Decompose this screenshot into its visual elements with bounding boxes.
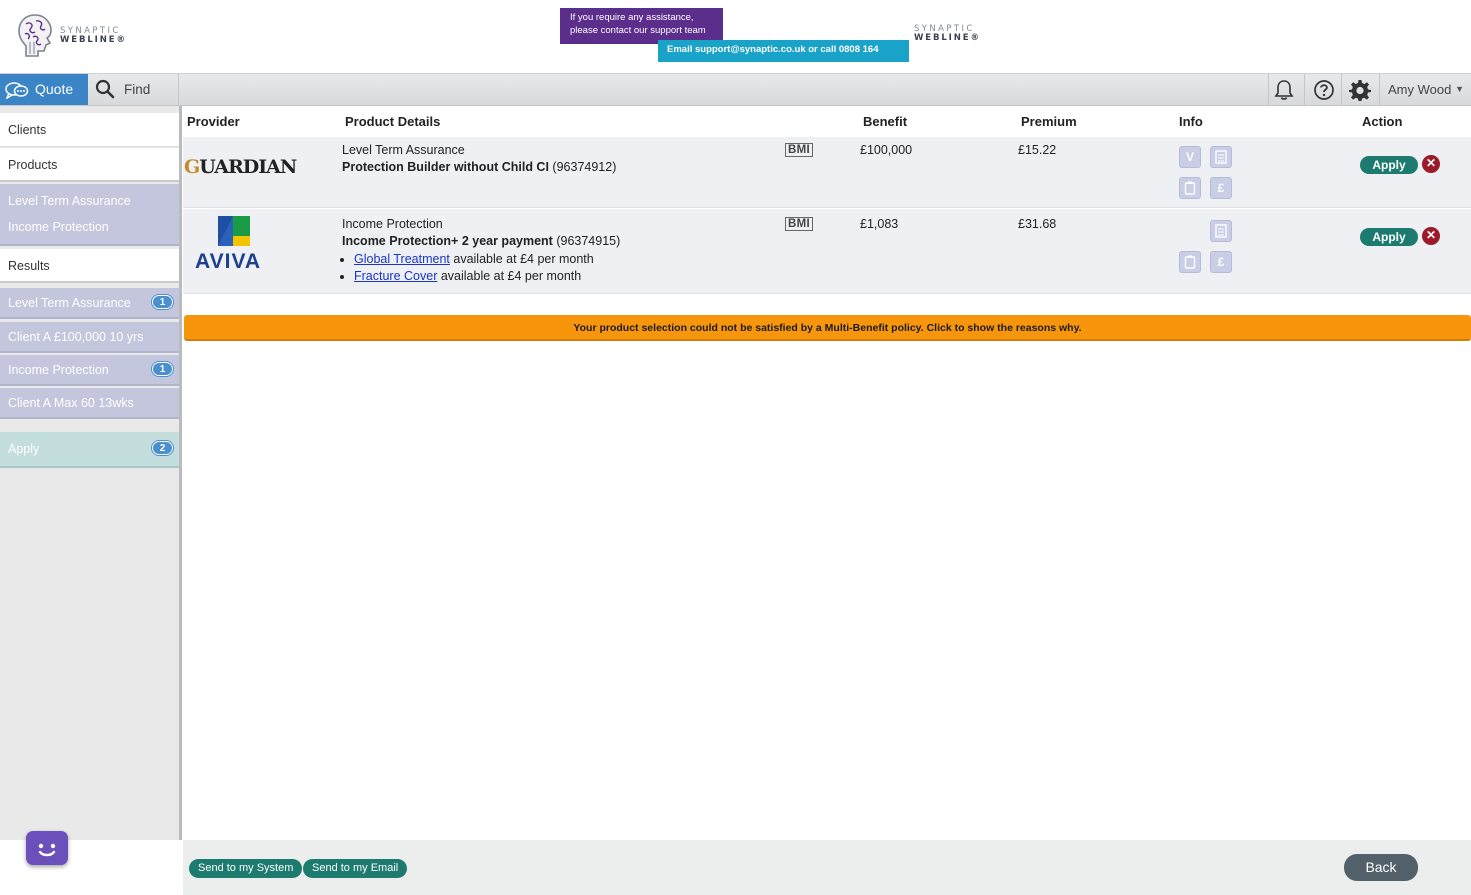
benefit-value: £1,083 [860, 217, 899, 231]
product-type: Income Protection [342, 217, 443, 231]
verification-info-button[interactable]: V [1179, 146, 1201, 168]
footer-bar: Send to my System Send to my Email Back [183, 840, 1471, 895]
list-item: Global Treatment available at £4 per mon… [354, 251, 594, 268]
product-code: (96374915) [556, 234, 621, 248]
remove-icon[interactable]: ✕ [1422, 227, 1440, 245]
count-badge: 1 [152, 295, 173, 309]
extra-description: available at £4 per month [437, 269, 582, 283]
sidebar-item-label: Results [8, 259, 50, 273]
send-to-system-button[interactable]: Send to my System [189, 859, 303, 878]
sidebar-item-label: Products [8, 158, 58, 172]
product-code: (96374912) [552, 160, 617, 174]
find-tab-label: Find [124, 82, 151, 97]
brand-line-2: WEBLINE® [60, 35, 127, 45]
send-to-email-button[interactable]: Send to my Email [303, 859, 408, 878]
guardian-logo-rest: UARDIAN [199, 156, 297, 178]
product-name: Protection Builder without Child CI (963… [342, 160, 616, 174]
sidebar-result-client-a-ltа[interactable]: Client A £100,000 10 yrs [0, 322, 179, 353]
sidebar-item-label: Client A £100,000 10 yrs [8, 330, 144, 344]
sidebar-item-label: Income Protection [8, 363, 109, 377]
aviva-logo-text: AVIVA [195, 250, 262, 273]
sidebar-item-label: Client A Max 60 13wks [8, 396, 134, 410]
global-treatment-link[interactable]: Global Treatment [354, 252, 450, 266]
assistance-banner: If you require any assistance, please co… [560, 8, 723, 44]
search-icon [95, 79, 115, 99]
sidebar-result-income-protection[interactable]: Income Protection 1 [0, 355, 179, 386]
sidebar: Clients Products Level Term Assurance In… [0, 106, 182, 840]
extra-description: available at £4 per month [449, 252, 594, 266]
document-icon[interactable] [1210, 146, 1232, 168]
main-toolbar: Quote Find Amy Wood ▼ [0, 73, 1471, 106]
benefit-value: £100,000 [860, 143, 913, 157]
apply-button[interactable]: Apply [1360, 156, 1418, 174]
column-header-info: Info [1179, 114, 1203, 129]
brand-line-2: WEBLINE® [914, 33, 981, 43]
optional-extras-list: Global Treatment available at £4 per mon… [342, 251, 594, 285]
app-header: SYNAPTIC WEBLINE® If you require any ass… [0, 0, 1471, 75]
apply-button[interactable]: Apply [1360, 228, 1418, 246]
chat-widget-button[interactable] [26, 831, 68, 865]
bmi-badge[interactable]: BMI [785, 217, 813, 231]
sidebar-product-group: Level Term Assurance Income Protection [0, 184, 179, 246]
clipboard-icon[interactable] [1179, 251, 1201, 273]
bell-icon[interactable] [1273, 79, 1295, 101]
help-icon[interactable] [1313, 79, 1335, 101]
sidebar-item-label: Level Term Assurance [8, 296, 131, 310]
remove-icon[interactable]: ✕ [1422, 155, 1440, 173]
column-header-provider: Provider [187, 114, 240, 129]
product-name: Income Protection+ 2 year payment (96374… [342, 234, 620, 248]
sidebar-item-label: Clients [8, 123, 47, 137]
product-name-text: Protection Builder without Child CI [342, 160, 549, 174]
user-name: Amy Wood [1388, 82, 1452, 97]
product-type: Level Term Assurance [342, 143, 465, 157]
brand-wordmark-secondary: SYNAPTIC WEBLINE® [914, 25, 981, 43]
list-item: Fracture Cover available at £4 per month [354, 268, 594, 285]
bmi-badge[interactable]: BMI [785, 143, 813, 157]
sidebar-item-clients[interactable]: Clients [0, 113, 179, 147]
column-header-action: Action [1362, 114, 1403, 129]
smiley-icon [38, 843, 56, 857]
quote-tab[interactable]: Quote [0, 74, 88, 105]
quote-tab-label: Quote [35, 81, 74, 97]
sidebar-result-client-a-ip[interactable]: Client A Max 60 13wks [0, 388, 179, 419]
clipboard-icon[interactable] [1179, 177, 1201, 199]
support-contact-banner[interactable]: Email support@synaptic.co.uk or call 080… [658, 40, 909, 75]
brand-wordmark: SYNAPTIC WEBLINE® [60, 27, 127, 45]
sidebar-item-label: Apply [8, 442, 40, 456]
sidebar-result-level-term[interactable]: Level Term Assurance 1 [0, 288, 179, 319]
chat-bubbles-icon [5, 82, 29, 99]
guardian-logo: GUARDIAN [184, 156, 297, 178]
product-name-text: Income Protection+ 2 year payment [342, 234, 553, 248]
brain-logo-icon [18, 14, 52, 57]
sidebar-product-level-term[interactable]: Level Term Assurance [8, 193, 131, 209]
fracture-cover-link[interactable]: Fracture Cover [354, 269, 437, 283]
aviva-logo-mark [218, 216, 250, 246]
toolbar-divider [1304, 74, 1305, 105]
column-header-benefit: Benefit [863, 114, 908, 129]
guardian-logo-g: G [184, 156, 200, 178]
table-row: GUARDIAN Level Term Assurance Protection… [183, 137, 1471, 208]
document-icon[interactable] [1210, 220, 1232, 242]
table-row: AVIVA Income Protection Income Protectio… [183, 209, 1471, 294]
toolbar-divider [1341, 74, 1342, 105]
count-badge: 1 [152, 362, 173, 376]
premium-value: £31.68 [1018, 217, 1057, 231]
chevron-down-icon: ▼ [1455, 84, 1464, 94]
find-tab[interactable]: Find [88, 74, 179, 105]
premium-value: £15.22 [1018, 143, 1057, 157]
user-menu[interactable]: Amy Wood ▼ [1379, 74, 1471, 105]
toolbar-divider [1268, 74, 1269, 105]
column-header-premium: Premium [1021, 114, 1077, 129]
multi-benefit-warning-bar[interactable]: Your product selection could not be sati… [184, 315, 1471, 341]
count-badge: 2 [152, 441, 173, 455]
sidebar-item-products[interactable]: Products [0, 148, 179, 182]
pound-info-button[interactable]: £ [1210, 177, 1232, 199]
sidebar-item-results[interactable]: Results [0, 249, 179, 283]
pound-info-button[interactable]: £ [1210, 251, 1232, 273]
column-header-product-details: Product Details [345, 114, 441, 129]
sidebar-product-income-protection[interactable]: Income Protection [8, 219, 109, 235]
gear-icon[interactable] [1349, 79, 1371, 101]
back-button[interactable]: Back [1344, 854, 1418, 881]
sidebar-item-apply[interactable]: Apply 2 [0, 432, 179, 468]
